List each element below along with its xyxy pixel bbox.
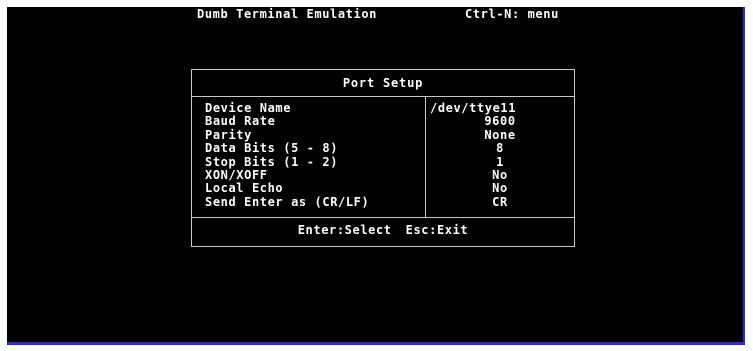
setting-value-send-enter[interactable]: CR	[426, 195, 574, 209]
setting-value-local-echo[interactable]: No	[426, 181, 574, 195]
dialog-footer: Enter:Select Esc:Exit	[192, 218, 574, 246]
terminal-title-bar: Dumb Terminal Emulation Ctrl-N: menu	[7, 7, 743, 21]
settings-values: /dev/ttye11 9600 None 8 1 No No CR	[426, 101, 574, 209]
setting-label-local-echo[interactable]: Local Echo	[205, 181, 420, 195]
menu-shortcut-hint: Ctrl-N: menu	[465, 7, 559, 21]
setting-value-data-bits[interactable]: 8	[426, 141, 574, 155]
terminal-screen: Dumb Terminal Emulation Ctrl-N: menu Por…	[7, 7, 745, 345]
dialog-title: Port Setup	[192, 70, 574, 97]
setting-value-stop-bits[interactable]: 1	[426, 155, 574, 169]
setting-label-send-enter[interactable]: Send Enter as (CR/LF)	[205, 195, 420, 209]
setting-label-xon-xoff[interactable]: XON/XOFF	[205, 168, 420, 182]
port-setup-dialog: Port Setup Device Name Baud Rate Parity …	[191, 69, 575, 247]
setting-value-baud-rate[interactable]: 9600	[426, 114, 574, 128]
settings-labels: Device Name Baud Rate Parity Data Bits (…	[205, 101, 420, 209]
terminal-title: Dumb Terminal Emulation	[197, 7, 377, 21]
setting-label-parity[interactable]: Parity	[205, 128, 420, 142]
settings-table: Device Name Baud Rate Parity Data Bits (…	[192, 97, 574, 218]
setting-label-data-bits[interactable]: Data Bits (5 - 8)	[205, 141, 420, 155]
exit-key-hint[interactable]: Esc:Exit	[406, 218, 469, 242]
setting-value-xon-xoff[interactable]: No	[426, 168, 574, 182]
setting-value-device-name[interactable]: /dev/ttye11	[426, 101, 574, 115]
setting-label-device-name[interactable]: Device Name	[205, 101, 420, 115]
setting-label-stop-bits[interactable]: Stop Bits (1 - 2)	[205, 155, 420, 169]
select-key-hint[interactable]: Enter:Select	[298, 218, 392, 242]
window-frame: Dumb Terminal Emulation Ctrl-N: menu Por…	[0, 0, 753, 351]
setting-value-parity[interactable]: None	[426, 128, 574, 142]
setting-label-baud-rate[interactable]: Baud Rate	[205, 114, 420, 128]
